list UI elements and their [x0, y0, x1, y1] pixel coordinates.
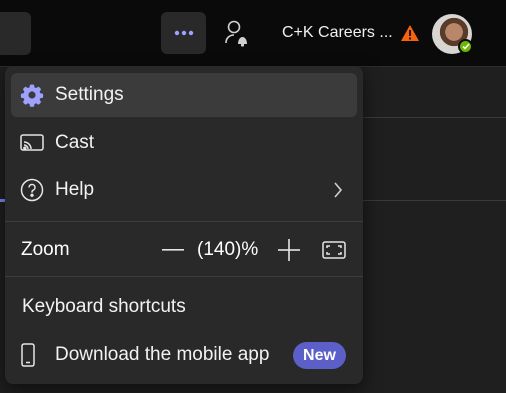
status-available-icon	[458, 39, 473, 54]
new-badge: New	[293, 342, 346, 369]
menu-item-settings[interactable]: Settings	[11, 73, 357, 117]
more-options-menu: Settings Cast Help Zoom (140)% Keyboard …	[5, 66, 363, 384]
menu-item-cast[interactable]: Cast	[11, 121, 357, 165]
mobile-phone-icon	[11, 343, 47, 367]
title-bar: C+K Careers ...	[0, 0, 506, 67]
zoom-out-button[interactable]	[161, 238, 185, 262]
background-divider	[360, 200, 506, 201]
zoom-value: (140)%	[197, 239, 259, 260]
menu-item-label: Help	[55, 179, 95, 200]
menu-item-label: Settings	[55, 84, 124, 105]
minus-icon	[162, 249, 184, 251]
settings-gear-icon	[11, 83, 47, 107]
zoom-reset-button[interactable]	[322, 238, 346, 262]
warning-icon	[401, 25, 419, 41]
menu-divider	[5, 276, 363, 277]
person-alert-icon	[225, 20, 247, 47]
plus-icon	[278, 239, 300, 261]
organization-name[interactable]: C+K Careers ...	[282, 24, 393, 42]
more-horizontal-icon	[174, 30, 193, 36]
background-divider	[360, 117, 506, 118]
zoom-in-button[interactable]	[277, 238, 301, 262]
zoom-row: Zoom (140)%	[11, 228, 357, 272]
fit-to-screen-icon	[322, 241, 346, 259]
chevron-right-icon	[334, 182, 343, 198]
menu-divider	[5, 221, 363, 222]
menu-item-keyboard-shortcuts[interactable]: Keyboard shortcuts	[22, 296, 186, 318]
more-options-button[interactable]	[161, 12, 206, 54]
menu-item-label: Cast	[55, 132, 95, 153]
cast-icon	[11, 133, 47, 153]
search-box[interactable]	[0, 12, 31, 55]
menu-item-label: Download the mobile app	[55, 344, 270, 365]
person-alert-button[interactable]	[222, 17, 252, 49]
menu-item-help[interactable]: Help	[11, 168, 357, 212]
help-icon	[11, 178, 47, 202]
zoom-label: Zoom	[21, 239, 70, 260]
